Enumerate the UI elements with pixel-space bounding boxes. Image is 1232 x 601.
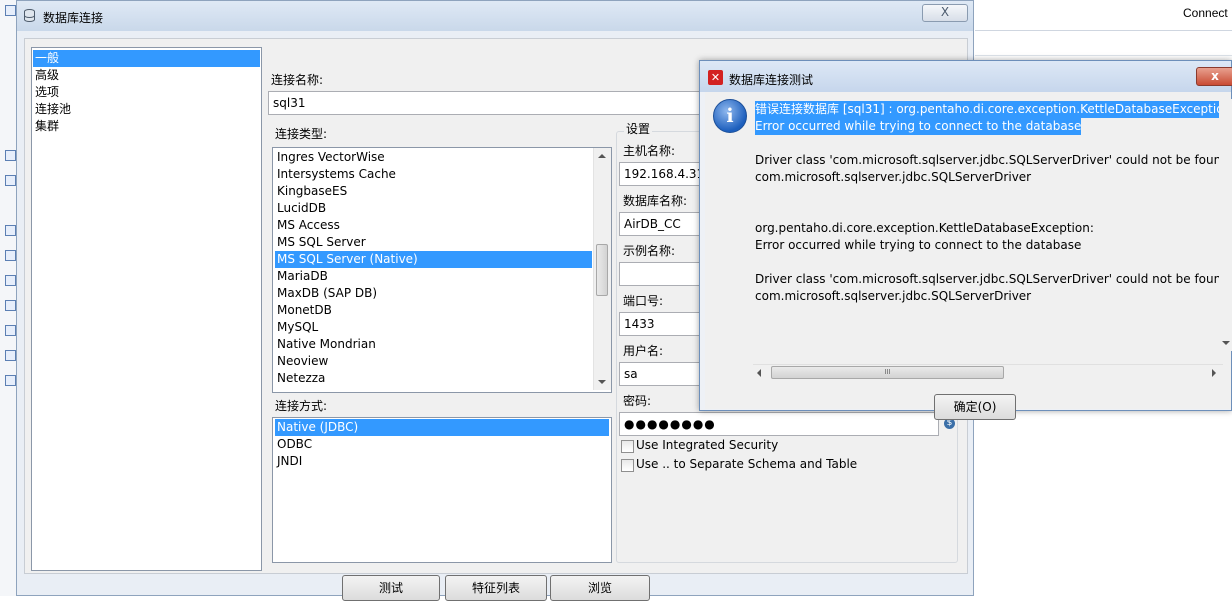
list-item[interactable]: KingbaseES xyxy=(275,183,592,200)
access-method-list[interactable]: Native (JDBC) ODBC JNDI xyxy=(272,417,612,563)
list-item-selected[interactable]: Native (JDBC) xyxy=(275,419,609,436)
message-line: com.microsoft.sqlserver.jdbc.SQLServerDr… xyxy=(755,289,1032,303)
separate-schema-checkbox[interactable] xyxy=(621,459,634,472)
access-method-label: 连接方式: xyxy=(275,399,328,413)
host-label: 主机名称: xyxy=(623,144,676,158)
list-item[interactable]: LucidDB xyxy=(275,200,592,217)
nav-item-general[interactable]: 一般 xyxy=(33,50,260,67)
save-icon[interactable] xyxy=(5,5,16,16)
connection-name-label: 连接名称: xyxy=(271,73,324,87)
list-item[interactable]: JNDI xyxy=(275,453,592,470)
message-line: Error occurred while trying to connect t… xyxy=(755,238,1082,252)
database-name-label: 数据库名称: xyxy=(623,194,688,208)
list-item[interactable]: MonetDB xyxy=(275,302,592,319)
file-icon xyxy=(5,375,16,386)
close-button[interactable]: X xyxy=(922,4,968,22)
list-item[interactable]: MS Access xyxy=(275,217,592,234)
connection-type-list[interactable]: Ingres VectorWise Intersystems Cache Kin… xyxy=(272,147,612,393)
dialog-title: 数据库连接 xyxy=(43,11,104,25)
file-icon xyxy=(5,225,16,236)
dialog-titlebar[interactable]: ✕ 数据库连接测试 x xyxy=(700,61,1232,92)
background-app-toolbar xyxy=(0,0,17,596)
scroll-right-icon[interactable] xyxy=(1212,369,1216,377)
vertical-scrollbar[interactable] xyxy=(593,148,611,390)
scroll-down-icon[interactable] xyxy=(598,380,606,384)
file-icon xyxy=(5,350,16,361)
separate-schema-label: Use .. to Separate Schema and Table xyxy=(636,457,858,471)
info-icon: i xyxy=(713,99,747,133)
category-list: 一般 高级 选项 连接池 集群 xyxy=(31,47,262,571)
list-item[interactable]: ODBC xyxy=(275,436,592,453)
database-icon xyxy=(24,9,35,22)
divider xyxy=(975,30,1232,31)
file-icon xyxy=(5,150,16,161)
list-item[interactable]: Neoview xyxy=(275,353,592,370)
vertical-scrollbar[interactable] xyxy=(1220,99,1232,351)
list-item[interactable]: Intersystems Cache xyxy=(275,166,592,183)
file-icon xyxy=(5,175,16,186)
file-icon xyxy=(5,300,16,311)
explore-button[interactable]: 浏览 xyxy=(550,575,650,601)
dialog-titlebar[interactable]: 数据库连接 X xyxy=(17,1,973,31)
connection-type-label: 连接类型: xyxy=(275,127,328,141)
file-icon xyxy=(5,275,16,286)
scrollbar-thumb[interactable] xyxy=(596,244,608,296)
nav-item-pooling[interactable]: 连接池 xyxy=(33,101,260,118)
list-item[interactable]: Ingres VectorWise xyxy=(275,149,592,166)
ok-button[interactable]: 确定(O) xyxy=(934,394,1016,420)
message-line: Driver class 'com.microsoft.sqlserver.jd… xyxy=(755,272,1219,286)
test-button[interactable]: 测试 xyxy=(342,575,440,601)
password-label: 密码: xyxy=(623,394,652,408)
list-item[interactable]: MariaDB xyxy=(275,268,592,285)
background-connect-label[interactable]: Connect xyxy=(1183,6,1228,20)
list-item-selected[interactable]: MS SQL Server (Native) xyxy=(275,251,592,268)
message-line: 错误连接数据库 [sql31] : org.pentaho.di.core.ex… xyxy=(755,101,1219,118)
file-icon xyxy=(5,325,16,336)
message-line: Error occurred while trying to connect t… xyxy=(755,118,1082,135)
scroll-up-icon[interactable] xyxy=(598,154,606,158)
scrollbar-thumb[interactable]: III xyxy=(771,366,1004,379)
nav-item-cluster[interactable]: 集群 xyxy=(33,118,260,135)
instance-name-label: 示例名称: xyxy=(623,244,676,258)
password-input[interactable]: ●●●●●●●● xyxy=(619,412,939,436)
list-item[interactable]: Netezza xyxy=(275,370,592,387)
list-item[interactable]: MySQL xyxy=(275,319,592,336)
message-line: com.microsoft.sqlserver.jdbc.SQLServerDr… xyxy=(755,170,1032,184)
close-button[interactable]: x xyxy=(1196,67,1232,86)
nav-item-options[interactable]: 选项 xyxy=(33,84,260,101)
list-item[interactable]: Native Mondrian xyxy=(275,336,592,353)
message-line: Driver class 'com.microsoft.sqlserver.jd… xyxy=(755,153,1219,167)
list-item[interactable]: MS SQL Server xyxy=(275,234,592,251)
username-label: 用户名: xyxy=(623,344,664,358)
scroll-down-icon[interactable] xyxy=(1222,341,1230,345)
list-item[interactable]: MaxDB (SAP DB) xyxy=(275,285,592,302)
integrated-security-checkbox[interactable] xyxy=(621,440,634,453)
file-icon xyxy=(5,250,16,261)
dialog-title: 数据库连接测试 xyxy=(729,73,814,87)
feature-list-button[interactable]: 特征列表 xyxy=(445,575,547,601)
divider xyxy=(975,55,1232,56)
port-label: 端口号: xyxy=(623,294,664,308)
error-icon: ✕ xyxy=(708,70,723,85)
message-line: org.pentaho.di.core.exception.KettleData… xyxy=(755,221,1094,235)
settings-group-label: 设置 xyxy=(624,120,653,137)
horizontal-scrollbar[interactable]: III xyxy=(753,364,1223,381)
nav-item-advanced[interactable]: 高级 xyxy=(33,67,260,84)
integrated-security-label: Use Integrated Security xyxy=(636,438,779,452)
dialog-body: i 错误连接数据库 [sql31] : org.pentaho.di.core.… xyxy=(705,92,1232,420)
connection-test-dialog: ✕ 数据库连接测试 x i 错误连接数据库 [sql31] : org.pent… xyxy=(699,60,1232,420)
error-message-text[interactable]: 错误连接数据库 [sql31] : org.pentaho.di.core.ex… xyxy=(753,99,1219,351)
scroll-left-icon[interactable] xyxy=(757,369,761,377)
